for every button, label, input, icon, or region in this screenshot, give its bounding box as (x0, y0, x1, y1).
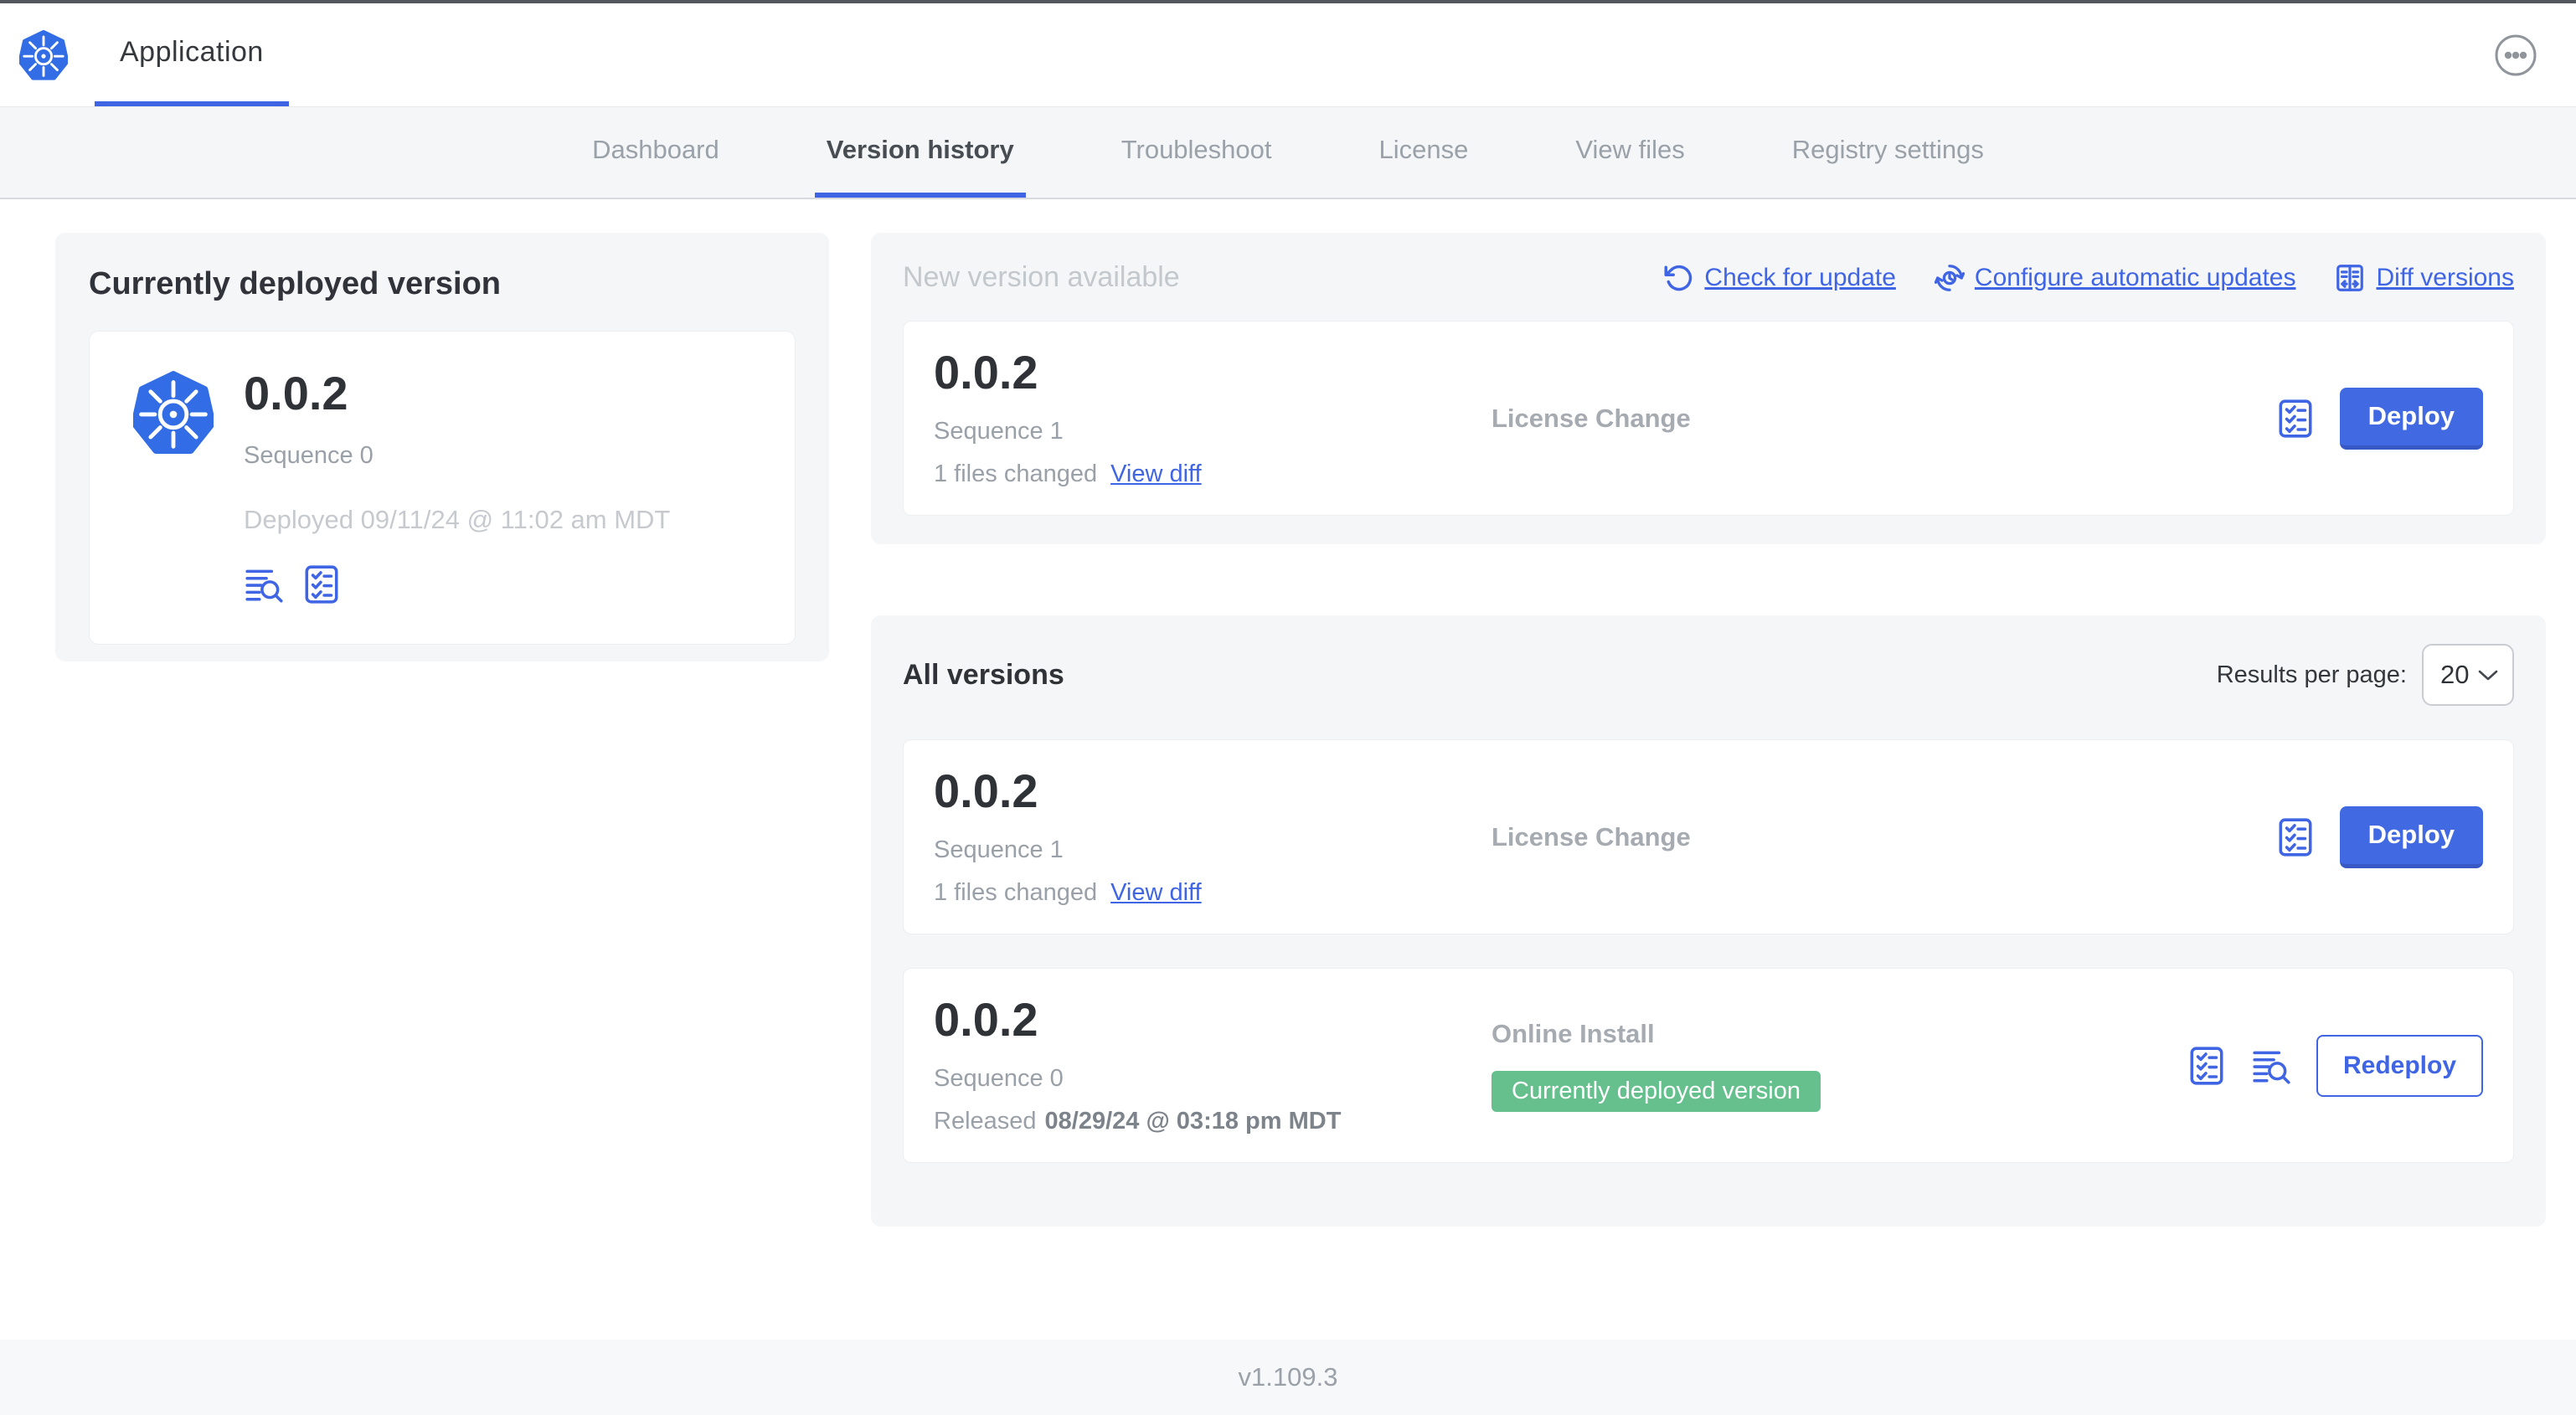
app-header: Application (0, 3, 2576, 107)
kubernetes-logo (133, 370, 214, 455)
preflight-checklist-icon[interactable] (301, 563, 343, 605)
released-label: Released (934, 1107, 1037, 1135)
sequence-label: Sequence 0 (244, 442, 374, 469)
redeploy-button[interactable]: Redeploy (2316, 1034, 2483, 1097)
currently-deployed-title: Currently deployed version (89, 266, 502, 301)
sequence-label: Sequence 1 (934, 836, 1064, 863)
released-timestamp: 08/29/24 @ 03:18 pm MDT (1044, 1107, 1342, 1135)
ellipsis-menu-icon[interactable] (2494, 33, 2537, 77)
tab-view-files[interactable]: View files (1564, 107, 1696, 198)
files-changed-line: 1 files changed View diff (934, 879, 1492, 907)
new-version-row: 0.0.2 Sequence 1 1 files changed View di… (903, 321, 2514, 516)
version-row-actions: Deploy (2275, 387, 2483, 450)
chevron-down-icon (2478, 670, 2498, 681)
view-diff-link[interactable]: View diff (1110, 461, 1202, 488)
version-row-actions: Redeploy (2186, 1034, 2483, 1097)
new-version-title: New version available (903, 261, 1180, 293)
new-version-section: New version available Check for update C… (871, 233, 2546, 544)
deployed-version-info: 0.0.2 Sequence 0 Deployed 09/11/24 @ 11:… (244, 370, 670, 605)
per-page-value: 20 (2440, 660, 2470, 689)
source-label: Online Install (1492, 1019, 1655, 1048)
results-per-page-select[interactable]: 20 (2422, 644, 2514, 706)
results-per-page-label: Results per page: (2216, 661, 2407, 688)
source-label: License Change (1492, 821, 1691, 852)
deployed-version-card: 0.0.2 Sequence 0 Deployed 09/11/24 @ 11:… (89, 331, 796, 645)
app-footer: v1.109.3 (0, 1340, 2576, 1415)
release-notes-search-icon[interactable] (244, 563, 286, 605)
diff-versions-link[interactable]: Diff versions (2334, 262, 2514, 294)
version-source: License Change (1492, 404, 2275, 434)
tab-troubleshoot[interactable]: Troubleshoot (1110, 107, 1284, 198)
refresh-icon (1664, 265, 1692, 291)
diff-versions-label: Diff versions (2376, 263, 2514, 291)
version-info: 0.0.2 Sequence 1 1 files changed View di… (934, 764, 1492, 907)
deploy-button[interactable]: Deploy (2339, 387, 2483, 450)
currently-deployed-card: Currently deployed version 0.0.2 Sequenc… (55, 233, 829, 661)
new-version-header: New version available Check for update C… (903, 261, 2514, 294)
all-versions-header: All versions Results per page: 20 (903, 644, 2514, 706)
sequence-label: Sequence 0 (934, 1064, 1064, 1092)
source-label: License Change (1492, 403, 1691, 433)
preflight-checklist-icon[interactable] (2275, 816, 2316, 858)
kubernetes-logo (19, 29, 68, 81)
version-actions-links: Check for update Configure automatic upd… (1664, 262, 2514, 294)
check-for-update-label: Check for update (1704, 263, 1896, 291)
app-tab[interactable]: Application (95, 3, 289, 106)
check-for-update-link[interactable]: Check for update (1664, 263, 1896, 293)
deploy-button[interactable]: Deploy (2339, 805, 2483, 868)
files-changed-label: 1 files changed (934, 878, 1098, 906)
version-label: 0.0.2 (934, 992, 1038, 1046)
version-row: 0.0.2 Sequence 1 1 files changed View di… (903, 739, 2514, 934)
main-content: Currently deployed version 0.0.2 Sequenc… (0, 199, 2576, 1227)
tab-license[interactable]: License (1368, 107, 1481, 198)
deployed-timestamp: Deployed 09/11/24 @ 11:02 am MDT (244, 505, 671, 534)
all-versions-list: 0.0.2 Sequence 1 1 files changed View di… (903, 739, 2514, 1163)
version-info: 0.0.2 Sequence 1 1 files changed View di… (934, 345, 1492, 488)
version-label: 0.0.2 (934, 345, 1038, 399)
deployed-version-actions (244, 563, 670, 605)
version-info: 0.0.2 Sequence 0 Released 08/29/24 @ 03:1… (934, 996, 1492, 1135)
version-row-actions: Deploy (2275, 805, 2483, 868)
all-versions-section: All versions Results per page: 20 0.0.2 … (871, 615, 2546, 1227)
version-label: 0.0.2 (244, 367, 348, 419)
release-notes-search-icon[interactable] (2251, 1045, 2293, 1087)
tab-version-history[interactable]: Version history (814, 107, 1026, 198)
version-history-column: New version available Check for update C… (871, 233, 2546, 1227)
files-changed-line: 1 files changed View diff (934, 461, 1492, 488)
sequence-label: Sequence 1 (934, 417, 1064, 445)
application-page: Application Dashboard Version history Tr… (0, 0, 2576, 1415)
view-diff-link[interactable]: View diff (1110, 879, 1202, 907)
currently-deployed-badge: Currently deployed version (1492, 1071, 1821, 1112)
console-version: v1.109.3 (1238, 1362, 1338, 1392)
results-per-page: Results per page: 20 (2217, 644, 2514, 706)
version-source: Online Install Currently deployed versio… (1492, 1019, 2186, 1112)
configure-automatic-updates-label: Configure automatic updates (1974, 263, 2296, 291)
tab-dashboard[interactable]: Dashboard (580, 107, 731, 198)
diff-columns-icon (2336, 264, 2364, 291)
auto-update-clock-icon (1934, 264, 1965, 291)
configure-automatic-updates-link[interactable]: Configure automatic updates (1934, 263, 2296, 293)
preflight-checklist-icon[interactable] (2275, 398, 2316, 440)
all-versions-title: All versions (903, 658, 1064, 691)
tab-registry-settings[interactable]: Registry settings (1780, 107, 1996, 198)
version-source: License Change (1492, 822, 2275, 852)
released-line: Released 08/29/24 @ 03:18 pm MDT (934, 1108, 1492, 1135)
app-title: Application (120, 36, 264, 68)
version-row: 0.0.2 Sequence 0 Released 08/29/24 @ 03:1… (903, 968, 2514, 1163)
files-changed-label: 1 files changed (934, 460, 1098, 487)
nav-tabbar: Dashboard Version history Troubleshoot L… (0, 107, 2576, 199)
preflight-checklist-icon[interactable] (2186, 1045, 2228, 1087)
version-label: 0.0.2 (934, 764, 1038, 817)
